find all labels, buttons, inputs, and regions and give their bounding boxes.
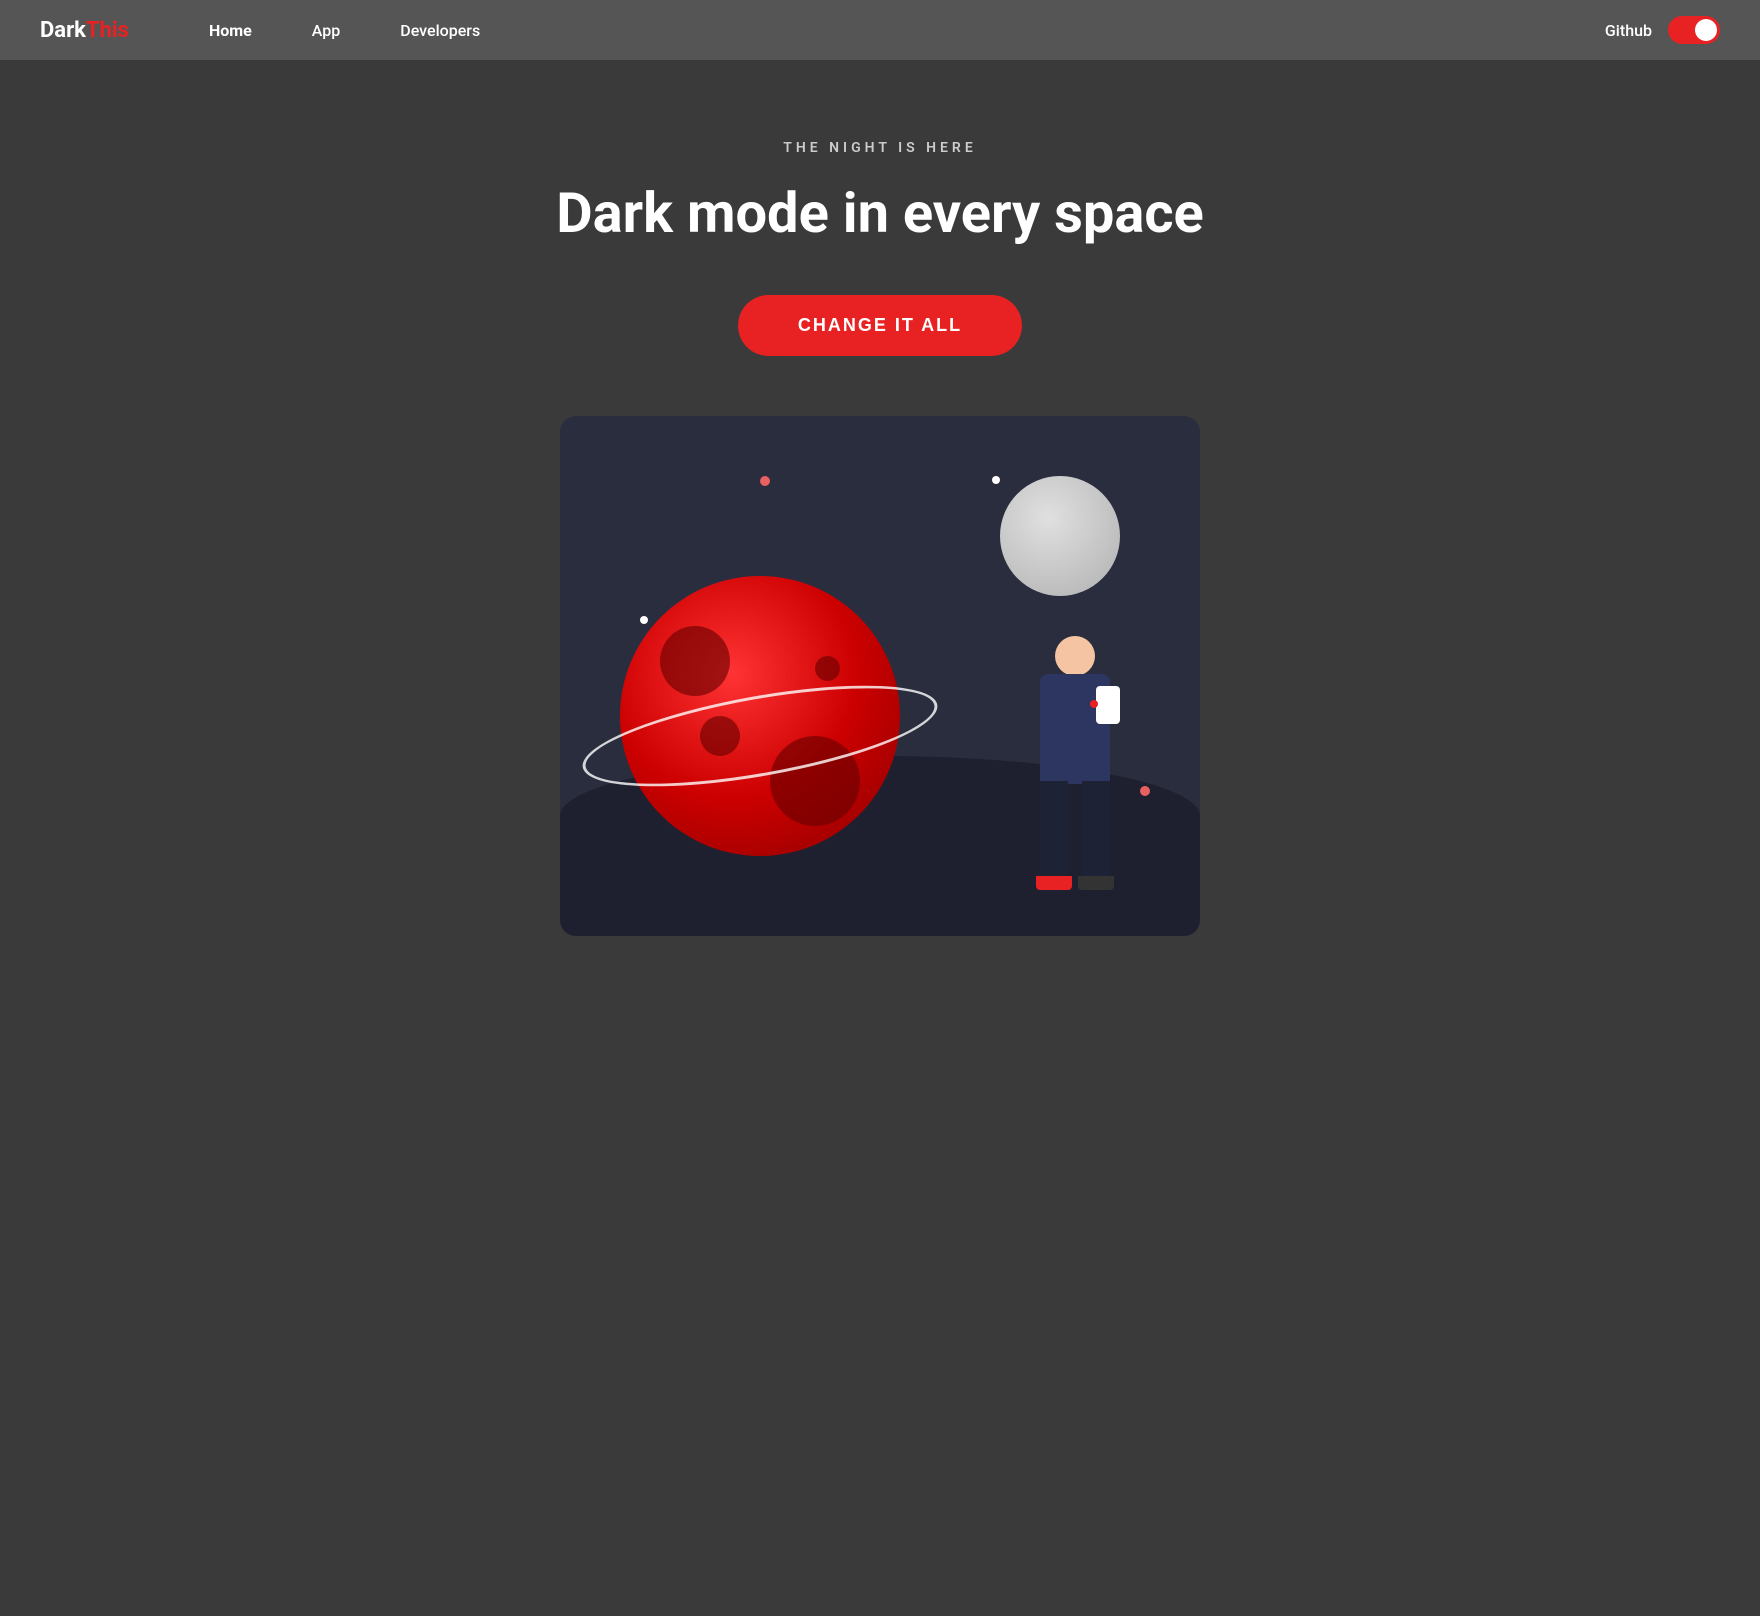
person-phone (1096, 686, 1120, 724)
person-leg-left (1040, 781, 1068, 881)
cta-button[interactable]: CHANGE IT ALL (738, 295, 1022, 356)
crater-4 (815, 656, 840, 681)
toggle-knob (1695, 19, 1717, 41)
crater-3 (770, 736, 860, 826)
decorative-dot-3 (640, 616, 648, 624)
moon (1000, 476, 1120, 596)
nav-links: Home App Developers (209, 21, 1605, 40)
decorative-dot-1 (760, 476, 770, 486)
person-shoe-left (1036, 876, 1072, 890)
illustration-background (560, 416, 1200, 936)
logo[interactable]: DarkThis (40, 18, 129, 43)
navbar: DarkThis Home App Developers Github (0, 0, 1760, 60)
crater-1 (660, 626, 730, 696)
hero-title: Dark mode in every space (556, 180, 1204, 247)
dark-mode-toggle[interactable] (1668, 16, 1720, 44)
planet (620, 576, 900, 856)
nav-link-app[interactable]: App (312, 21, 340, 40)
logo-dark-text: Dark (40, 18, 86, 43)
hero-section: THE NIGHT IS HERE Dark mode in every spa… (0, 60, 1760, 936)
hero-illustration (560, 416, 1200, 936)
nav-right: Github (1605, 16, 1720, 44)
person-head (1055, 636, 1095, 676)
person-figure (1010, 636, 1140, 916)
crater-2 (700, 716, 740, 756)
phone-dot (1090, 700, 1098, 708)
nav-link-home[interactable]: Home (209, 21, 252, 40)
logo-this-text: This (86, 18, 129, 43)
nav-link-developers[interactable]: Developers (400, 21, 480, 40)
hero-subtitle: THE NIGHT IS HERE (783, 140, 976, 156)
github-link[interactable]: Github (1605, 21, 1652, 40)
person-leg-right (1082, 781, 1110, 881)
person-shoe-right (1078, 876, 1114, 890)
decorative-dot-2 (992, 476, 1000, 484)
